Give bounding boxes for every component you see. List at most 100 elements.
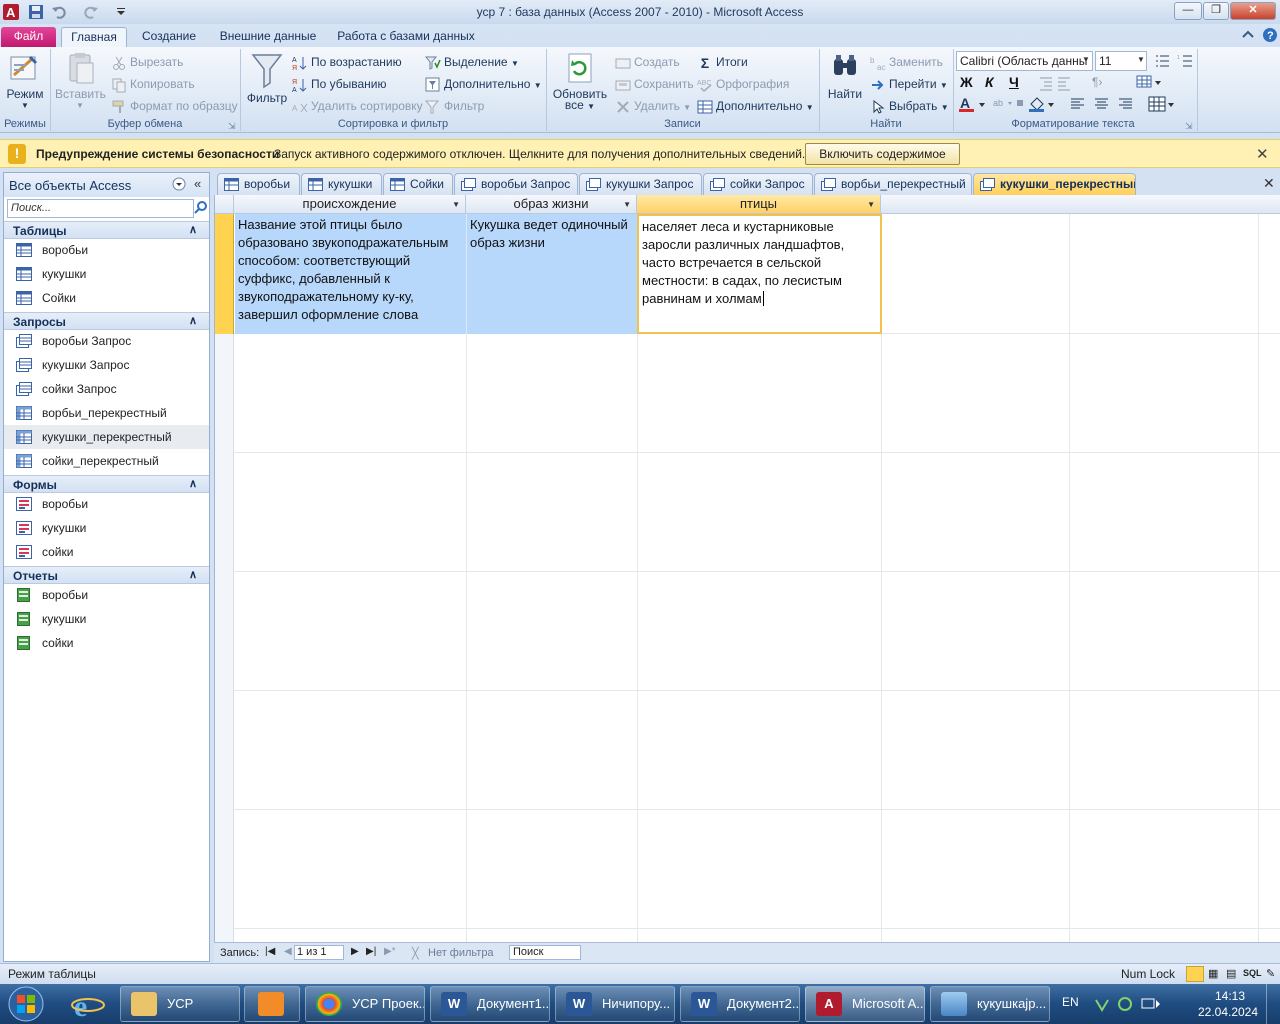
collapse-icon[interactable]: ∧ [189,223,197,236]
table-cell[interactable]: Название этой птицы было образовано звук… [235,214,466,334]
numbering-icon[interactable]: 1 [1177,53,1193,69]
nav-item-query[interactable]: сойки Запрос [4,377,209,401]
tab-external-data[interactable]: Внешние данные [212,27,324,47]
taskbar-item[interactable]: УСР [120,986,240,1022]
clock-date[interactable]: 22.04.2024 [1193,1005,1263,1019]
nav-item-query[interactable]: кукушки Запрос [4,353,209,377]
doc-tab[interactable]: кукушки [301,173,382,195]
collapse-pane-icon[interactable]: « [194,176,201,191]
selection-button[interactable]: Выделение ▼ [425,54,519,72]
toggle-filter-button[interactable]: Фильтр [425,98,484,115]
tab-create[interactable]: Создание [134,27,204,47]
delete-record-button[interactable]: Удалить ▼ [615,98,691,116]
taskbar-item-active[interactable]: A Microsoft A... [805,986,925,1022]
new-record-button[interactable]: Создать [615,54,680,71]
gridline-style-icon[interactable] [1148,95,1176,113]
chevron-down-icon[interactable]: ▼ [1082,55,1090,64]
collapse-icon[interactable]: ∧ [189,568,197,581]
nav-item-report[interactable]: воробьи [4,583,209,607]
datasheet-view-icon[interactable] [1186,966,1204,982]
underline-button[interactable]: Ч [1009,74,1019,90]
taskbar-item[interactable]: W Документ1... [430,986,550,1022]
doc-tab[interactable]: Сойки [383,173,453,195]
chevron-down-icon[interactable]: ▼ [867,196,875,214]
doc-tab[interactable]: ворбьи_перекрестный [814,173,972,195]
chevron-down-icon[interactable]: ▼ [452,196,460,214]
find-button[interactable]: Найти [824,51,866,101]
search-icon[interactable] [194,201,208,215]
align-center-icon[interactable] [1094,97,1110,111]
sql-view-icon[interactable]: SQL [1243,968,1262,978]
help-icon[interactable]: ? [1262,27,1278,43]
pivot-chart-view-icon[interactable]: ▤ [1226,967,1236,980]
previous-record-icon[interactable]: ◀ [284,946,292,957]
taskbar-item[interactable]: W Ничипору... [555,986,675,1022]
nav-item-form[interactable]: сойки [4,540,209,564]
security-warning-bar[interactable]: ! Предупреждение системы безопасности За… [0,139,1280,168]
save-record-button[interactable]: Сохранить [615,76,694,93]
bold-button[interactable]: Ж [960,74,973,90]
remove-sort-button[interactable]: A Удалить сортировку [292,98,423,115]
start-button-icon[interactable] [6,985,46,1023]
fill-color-icon[interactable] [1027,95,1057,113]
nav-menu-icon[interactable] [172,177,186,191]
table-cell-editing[interactable]: населяет леса и кустарниковые заросли ра… [637,214,882,334]
close-icon[interactable]: ✕ [1256,145,1269,163]
column-header[interactable]: происхождение ▼ [234,195,466,214]
paragraph-direction-icon[interactable]: ¶› [1092,75,1102,89]
align-right-icon[interactable] [1118,97,1134,111]
tab-home[interactable]: Главная [61,27,127,47]
totals-button[interactable]: Σ Итоги [697,54,748,71]
table-cell[interactable]: Кукушка ведет одиночный образ жизни [467,214,637,334]
clock-time[interactable]: 14:13 [1200,989,1260,1003]
chevron-down-icon[interactable]: ▼ [623,196,631,214]
records-more-button[interactable]: Дополнительно ▼ [697,98,814,116]
font-color-icon[interactable]: A [958,95,988,113]
filter-button[interactable]: Фильтр [245,51,289,105]
record-search-input[interactable]: Поиск [509,945,581,960]
format-painter-button[interactable]: Формат по образцу [111,98,238,115]
nav-item-crosstab-query[interactable]: ворбьи_перекрестный [4,401,209,425]
nav-item-report[interactable]: сойки [4,631,209,655]
filter-status-label[interactable]: Нет фильтра [428,947,494,959]
dialog-launcher-icon[interactable]: ⇲ [228,121,236,132]
security-warning-message[interactable]: Запуск активного содержимого отключен. Щ… [274,147,805,161]
paste-button[interactable]: Вставить ▼ [55,51,106,110]
alt-fill-icon[interactable]: ab [993,96,1029,112]
nav-item-table[interactable]: Сойки [4,286,209,310]
record-position-input[interactable]: 1 из 1 [294,945,344,960]
nav-item-table[interactable]: кукушки [4,262,209,286]
nav-item-table[interactable]: воробьи [4,238,209,262]
close-button[interactable]: ✕ [1230,2,1276,20]
taskbar-item[interactable] [244,986,300,1022]
nav-item-crosstab-query[interactable]: сойки_перекрестный [4,449,209,473]
taskbar-item[interactable]: W Документ2... [680,986,800,1022]
dialog-launcher-icon[interactable]: ⇲ [1185,121,1193,132]
last-record-icon[interactable]: ▶| [366,946,376,957]
doc-tab[interactable]: воробьи Запрос [454,173,578,195]
taskbar-item[interactable]: УСР Проек... [305,986,425,1022]
nav-search-input[interactable]: Поиск... [7,199,194,218]
doc-tab[interactable]: кукушки Запрос [579,173,702,195]
nav-item-form[interactable]: кукушки [4,516,209,540]
sort-ascending-button[interactable]: A Я По возрастанию [292,54,402,71]
collapse-icon[interactable]: ∧ [189,477,197,490]
italic-button[interactable]: К [985,74,994,90]
enable-content-button[interactable]: Включить содержимое [805,143,960,165]
align-left-icon[interactable] [1070,97,1086,111]
font-name-select[interactable]: Calibri (Область данны [956,51,1093,71]
sort-descending-button[interactable]: Я A По убыванию [292,76,387,93]
cut-button[interactable]: Вырезать [111,54,183,71]
minimize-button[interactable]: — [1174,2,1202,20]
nav-category-tables[interactable]: Таблицы ∧ [4,221,209,239]
close-document-icon[interactable]: ✕ [1263,175,1275,192]
design-view-icon[interactable]: ✎ [1266,967,1275,980]
indent-icon[interactable] [1038,75,1072,91]
internet-explorer-icon[interactable]: e [62,986,114,1022]
record-selector[interactable] [215,214,234,334]
new-record-nav-icon[interactable]: ▶* [384,946,396,957]
spelling-button[interactable]: ABC Орфография [697,76,789,93]
tray-icons[interactable] [1094,996,1164,1012]
tab-file[interactable]: Файл [1,27,56,47]
nav-item-crosstab-query[interactable]: кукушки_перекрестный [4,425,209,449]
